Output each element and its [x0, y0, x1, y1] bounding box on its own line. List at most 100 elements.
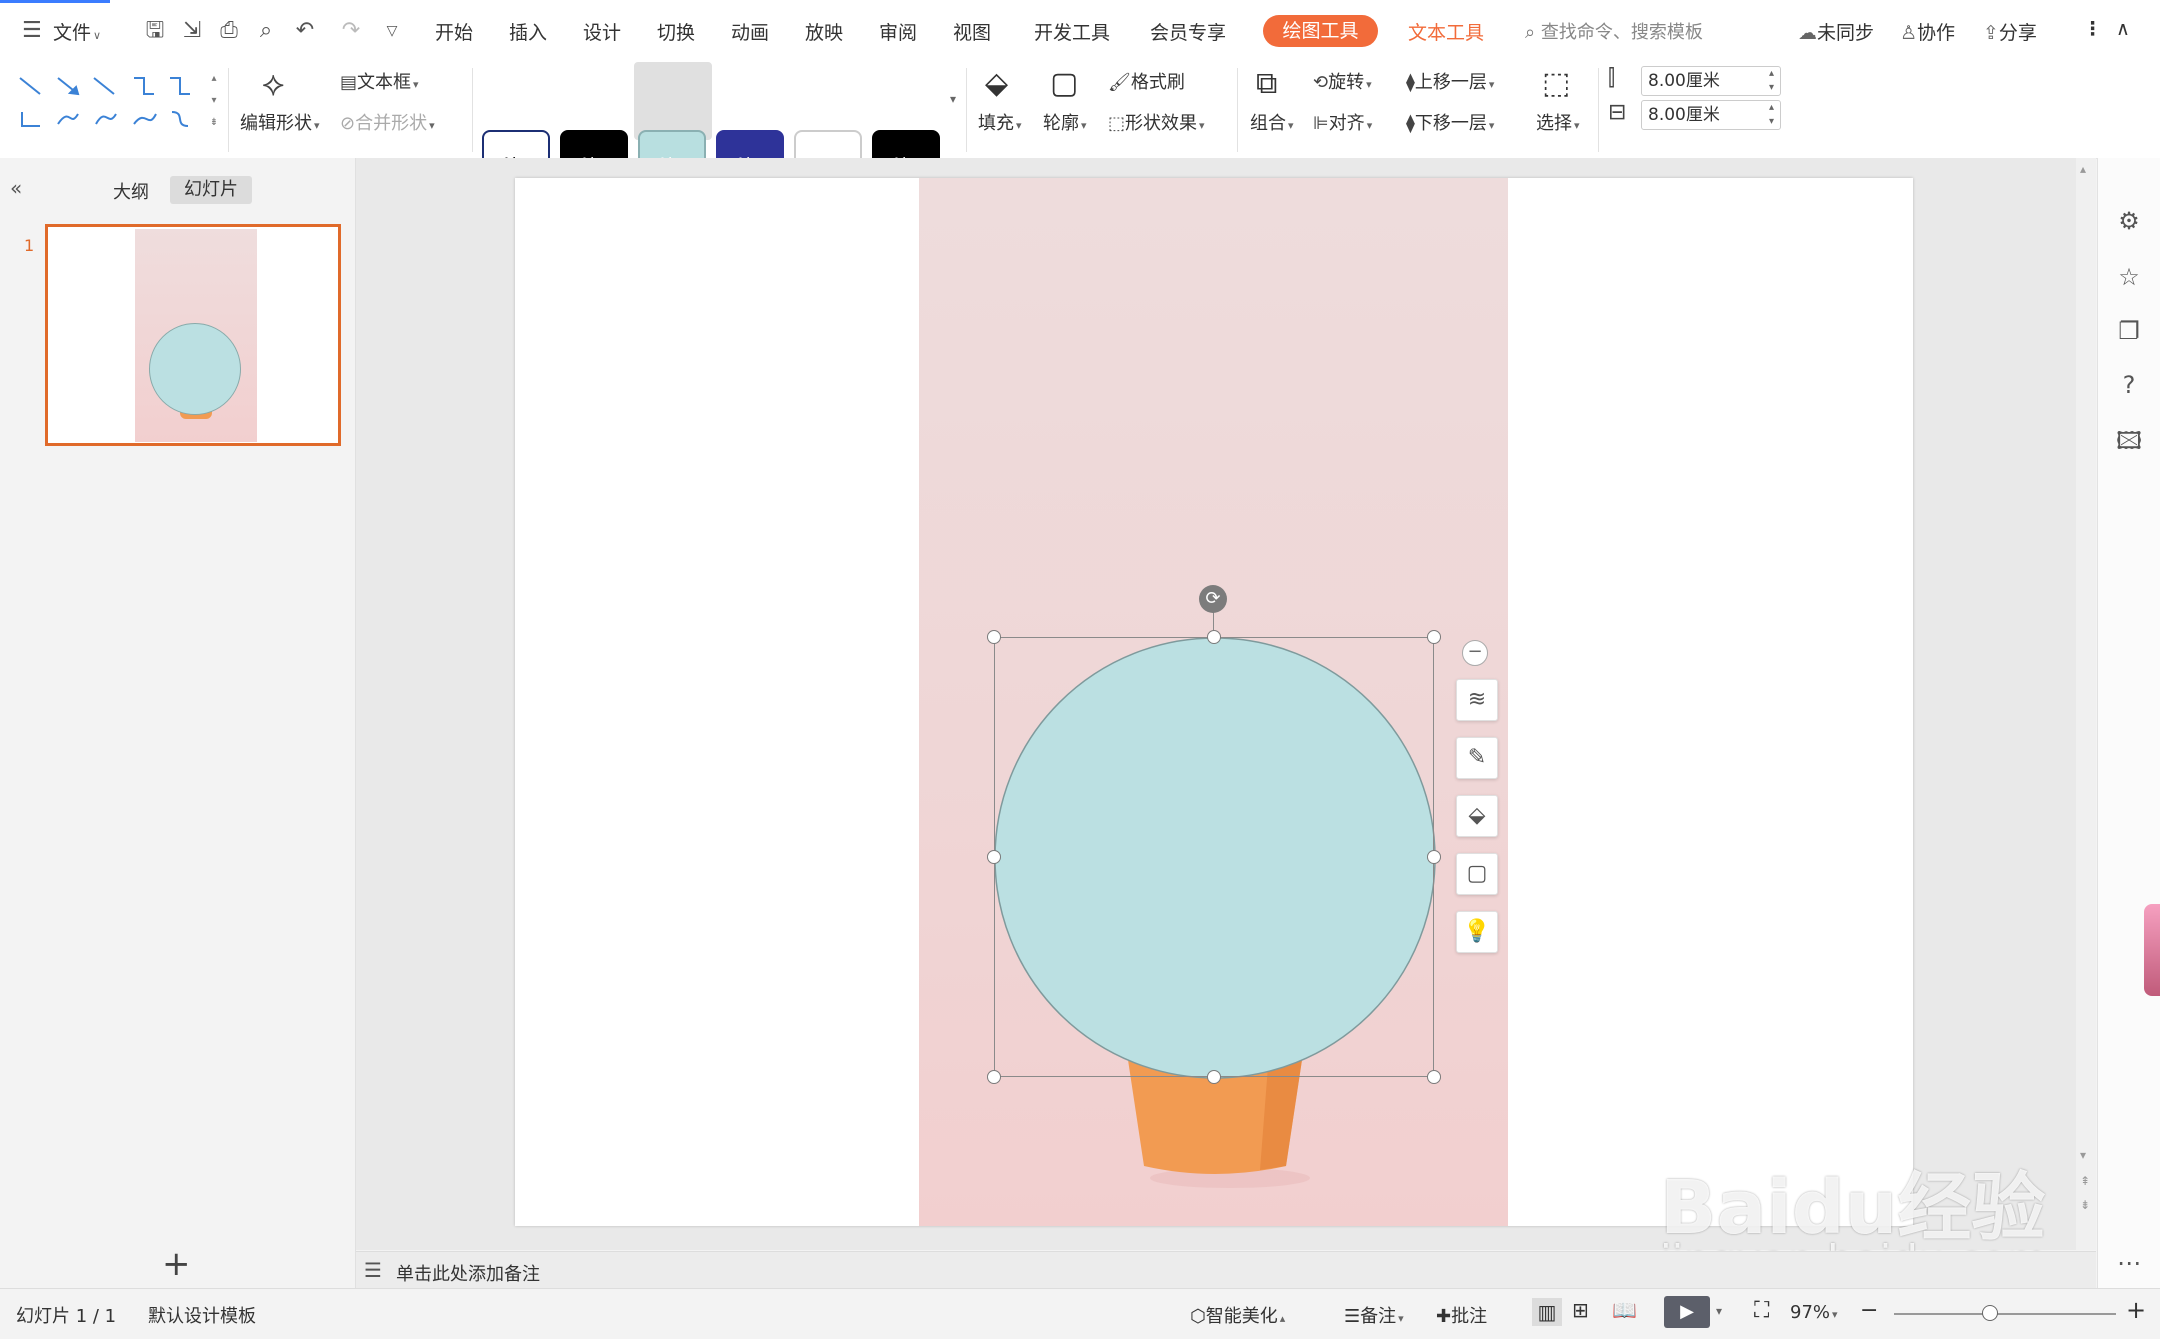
outline-button[interactable]: 轮廓 ▾ — [1043, 109, 1087, 135]
fill-bucket-icon[interactable]: ⬙ — [1456, 795, 1498, 837]
smart-beautify-button[interactable]: ⬡智能美化 ▴ — [1190, 1302, 1285, 1328]
zoom-level[interactable]: 97% ▾ — [1790, 1302, 1838, 1323]
tab-slides[interactable]: 幻灯片 — [170, 176, 252, 204]
shape-height-input[interactable]: 8.00厘米 ▴ ▾ — [1641, 66, 1781, 96]
resize-handle-se[interactable] — [1427, 1070, 1441, 1084]
outline-frame-icon[interactable]: ▢ — [1456, 853, 1498, 895]
tab-outline[interactable]: 大纲 — [113, 178, 149, 204]
add-slide-button[interactable]: + — [162, 1244, 191, 1284]
style-gallery-more[interactable]: ▾ — [950, 92, 956, 106]
play-options-icon[interactable]: ▾ — [1716, 1304, 1722, 1318]
more-options-icon[interactable]: ⋯ — [2112, 1246, 2146, 1280]
side-widget[interactable] — [2144, 904, 2160, 996]
format-painter-button[interactable]: 🖌格式刷 — [1108, 68, 1185, 94]
shape-width-input[interactable]: 8.00厘米 ▴ ▾ — [1641, 100, 1781, 130]
notes-toggle-button[interactable]: ☰备注 ▾ — [1344, 1302, 1404, 1328]
text-box-button[interactable]: ▤文本框 ▾ — [340, 68, 419, 94]
outline-icon[interactable]: ▢ — [1050, 66, 1078, 101]
customize-toolbar-icon[interactable]: ▽ — [378, 18, 406, 44]
redo-icon[interactable]: ↷ — [337, 18, 365, 44]
tab-review[interactable]: 审阅 — [879, 18, 917, 45]
scroll-down-icon[interactable]: ▾ — [2080, 1148, 2086, 1162]
shape-effects-button[interactable]: ⬚形状效果 ▾ — [1108, 109, 1205, 135]
rotate-button[interactable]: ⟲旋转 ▾ — [1313, 68, 1372, 94]
vertical-scrollbar[interactable]: ▴ ▾ ⇞ ⇟ — [2076, 158, 2096, 1250]
send-backward-button[interactable]: ⧫下移一层 ▾ — [1406, 109, 1494, 135]
zoom-slider-thumb[interactable] — [1982, 1305, 1998, 1321]
fill-button[interactable]: 填充 ▾ — [978, 109, 1022, 135]
command-search[interactable]: ⌕ 查找命令、搜索模板 — [1525, 18, 1703, 44]
tab-animations[interactable]: 动画 — [731, 18, 769, 45]
layers-icon[interactable]: ≋ — [1456, 679, 1498, 721]
prev-slide-icon[interactable]: ⇞ — [2080, 1174, 2090, 1188]
file-menu[interactable]: 文件 ∨ — [53, 18, 101, 45]
collapse-panel-icon[interactable]: « — [10, 176, 22, 200]
tab-home[interactable]: 开始 — [435, 18, 473, 45]
zoom-in-icon[interactable]: + — [2126, 1296, 2146, 1324]
tab-member[interactable]: 会员专享 — [1150, 18, 1226, 45]
resize-handle-sw[interactable] — [987, 1070, 1001, 1084]
comment-button[interactable]: ✚批注 — [1436, 1302, 1487, 1328]
scroll-up-icon[interactable]: ▴ — [2080, 162, 2086, 176]
more-icon[interactable]: ⋮ — [2083, 18, 2102, 40]
tab-insert[interactable]: 插入 — [509, 18, 547, 45]
resize-handle-s[interactable] — [1207, 1070, 1221, 1084]
collab-button[interactable]: ♙协作 — [1900, 18, 1955, 45]
print-preview-icon[interactable]: ⌕ — [252, 18, 280, 44]
tab-text-tools[interactable]: 文本工具 — [1408, 18, 1484, 45]
fill-icon[interactable]: ⬙ — [985, 66, 1008, 101]
tab-drawing-tools[interactable]: 绘图工具 — [1263, 15, 1378, 47]
share-button[interactable]: ⇪分享 — [1983, 18, 2037, 45]
zoom-out-icon[interactable]: − — [1860, 1298, 1878, 1323]
reading-view-icon[interactable]: 📖 — [1612, 1298, 1637, 1322]
properties-icon[interactable]: ⚙ — [2112, 204, 2146, 238]
group-button[interactable]: 组合 ▾ — [1250, 109, 1294, 135]
bring-forward-button[interactable]: ⧫上移一层 ▾ — [1406, 68, 1494, 94]
tab-transitions[interactable]: 切换 — [657, 18, 695, 45]
stepper-icon[interactable]: ▴ ▾ — [1769, 67, 1774, 95]
rotate-handle-icon[interactable]: ⟳ — [1199, 585, 1227, 613]
stepper-icon[interactable]: ▴ ▾ — [1769, 101, 1774, 129]
tab-view[interactable]: 视图 — [953, 18, 991, 45]
resize-handle-n[interactable] — [1207, 630, 1221, 644]
resize-handle-nw[interactable] — [987, 630, 1001, 644]
export-icon[interactable]: ⇲ — [178, 18, 206, 44]
next-slide-icon[interactable]: ⇟ — [2080, 1198, 2090, 1212]
select-button[interactable]: 选择 ▾ — [1536, 109, 1580, 135]
collapse-toolbar-icon[interactable]: − — [1462, 640, 1488, 666]
play-slideshow-button[interactable]: ▶ — [1664, 1296, 1710, 1328]
animation-icon[interactable]: ❐ — [2112, 314, 2146, 348]
tab-developer[interactable]: 开发工具 — [1034, 18, 1110, 45]
resize-handle-w[interactable] — [987, 850, 1001, 864]
edit-shape-button[interactable]: 编辑形状 ▾ — [240, 109, 320, 135]
hamburger-icon[interactable]: ☰ — [22, 18, 42, 43]
tab-slideshow[interactable]: 放映 — [805, 18, 843, 45]
gallery-scroll[interactable]: ▴ ▾ ⇟ — [207, 68, 221, 140]
merge-shape-button[interactable]: ⊘合并形状 ▾ — [340, 109, 435, 135]
zoom-slider-track[interactable] — [1894, 1313, 2116, 1315]
sync-button[interactable]: ☁未同步 — [1798, 18, 1874, 45]
align-button[interactable]: ⊫对齐 ▾ — [1313, 109, 1372, 135]
help-icon[interactable]: ? — [2112, 368, 2146, 402]
edit-shape-icon[interactable]: ⟡ — [262, 64, 284, 104]
star-icon[interactable]: ☆ — [2112, 260, 2146, 294]
slide-thumbnail[interactable] — [45, 224, 341, 446]
save-icon[interactable]: 🖫 — [141, 18, 169, 44]
notes-bar[interactable]: ☰ 单击此处添加备注 — [356, 1251, 2096, 1289]
backup-icon[interactable]: 🖾 — [2112, 424, 2146, 458]
grid-view-icon[interactable]: ⊞ — [1572, 1298, 1589, 1322]
resize-handle-ne[interactable] — [1427, 630, 1441, 644]
tab-design[interactable]: 设计 — [583, 18, 621, 45]
template-name[interactable]: 默认设计模板 — [148, 1302, 256, 1328]
fit-window-icon[interactable]: ⛶ — [1754, 1298, 1769, 1323]
resize-handle-e[interactable] — [1427, 850, 1441, 864]
collapse-ribbon-icon[interactable]: ∧ — [2116, 18, 2130, 40]
select-icon[interactable]: ⬚ — [1542, 66, 1570, 101]
line-shapes-gallery[interactable] — [10, 66, 200, 140]
print-icon[interactable]: ⎙ — [215, 18, 243, 44]
pen-icon[interactable]: ✎ — [1456, 737, 1498, 779]
group-icon[interactable]: ⧉ — [1256, 66, 1277, 101]
normal-view-icon[interactable]: ▥ — [1532, 1298, 1562, 1326]
undo-icon[interactable]: ↶ — [291, 18, 319, 44]
lightbulb-icon[interactable]: 💡 — [1456, 911, 1498, 953]
